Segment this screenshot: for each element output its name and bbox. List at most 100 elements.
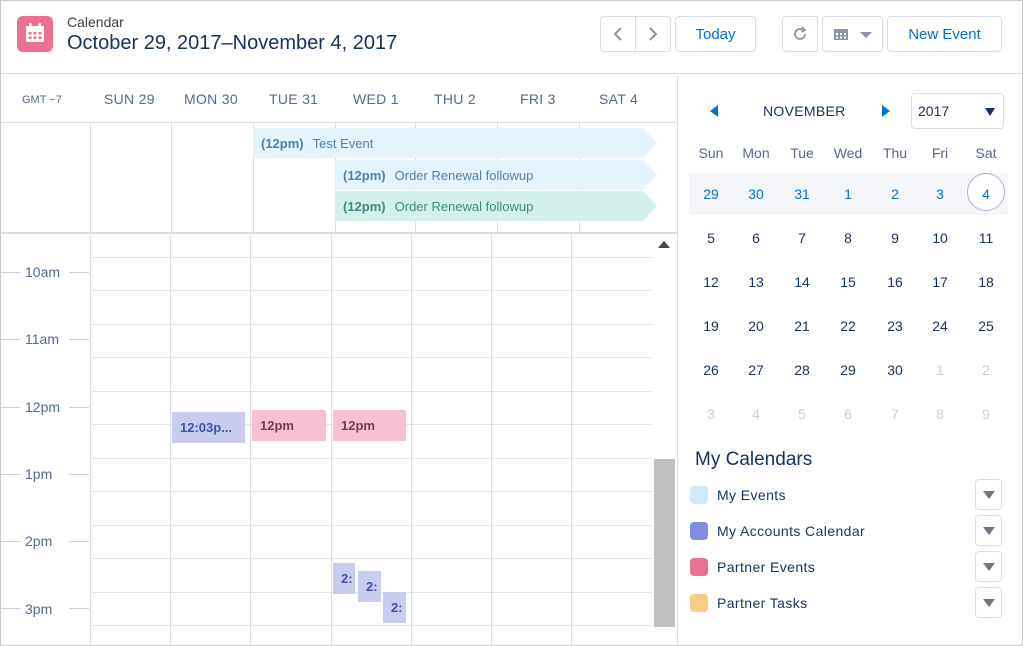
mini-calendar-day[interactable]: 5 — [691, 230, 731, 246]
mini-calendar-day[interactable]: 2 — [966, 362, 1006, 378]
day-header[interactable]: TUE 31 — [269, 91, 318, 107]
mini-calendar-panel: NOVEMBER 2017 Sun Mon Tue Wed Thu Fri Sat 29 30… — [678, 75, 1022, 645]
mini-calendar-day[interactable]: 9 — [966, 406, 1006, 422]
mini-calendar-day[interactable]: 14 — [782, 274, 822, 290]
mini-calendar-day[interactable]: 6 — [828, 406, 868, 422]
mini-calendar-day[interactable]: 23 — [875, 318, 915, 334]
mini-calendar-day[interactable]: 17 — [920, 274, 960, 290]
mini-calendar-day[interactable]: 3 — [691, 406, 731, 422]
mini-calendar-day[interactable]: 25 — [966, 318, 1006, 334]
mini-calendar-day[interactable]: 29 — [691, 186, 731, 202]
calendar-list-item[interactable]: My Events — [690, 476, 1010, 512]
mini-calendar-day[interactable]: 30 — [875, 362, 915, 378]
event-title: Order Renewal followup — [394, 198, 534, 214]
calendar-name: My Events — [717, 487, 786, 503]
previous-week-button[interactable] — [600, 16, 636, 52]
page-title: October 29, 2017–November 4, 2017 — [67, 32, 398, 54]
hour-label: 10am — [25, 264, 61, 280]
time-grid[interactable]: 10am 11am 12pm 1pm 2pm 3pm 12:03p... 12p… — [1, 235, 652, 645]
chevron-down-icon — [985, 108, 995, 116]
mini-calendar-day[interactable]: 2 — [875, 186, 915, 202]
timed-event[interactable]: 2: — [333, 563, 355, 594]
mini-calendar-day[interactable]: 30 — [736, 186, 776, 202]
calendar-name: Partner Events — [717, 559, 816, 575]
timed-event[interactable]: 12:03p... — [172, 412, 245, 443]
mini-calendar-month: NOVEMBER — [763, 103, 846, 119]
calendar-color-swatch — [690, 594, 708, 612]
calendar-menu-button[interactable] — [975, 587, 1002, 618]
timed-event[interactable]: 2: — [358, 571, 381, 602]
mini-calendar-day[interactable]: 4 — [736, 406, 776, 422]
mini-calendar-day[interactable]: 7 — [875, 406, 915, 422]
mini-calendar-day[interactable]: 6 — [736, 230, 776, 246]
mini-calendar-day[interactable]: 20 — [736, 318, 776, 334]
timed-event[interactable]: 12pm — [252, 410, 326, 441]
mini-calendar-day[interactable]: 9 — [875, 230, 915, 246]
weekday-label: Wed — [833, 145, 863, 161]
timed-event[interactable]: 12pm — [333, 410, 406, 441]
mini-calendar-day[interactable]: 1 — [828, 186, 868, 202]
today-button[interactable]: Today — [675, 16, 756, 52]
hour-label: 1pm — [25, 466, 53, 482]
day-header[interactable]: SAT 4 — [599, 91, 638, 107]
mini-calendar-day[interactable]: 31 — [782, 186, 822, 202]
mini-calendar-day[interactable]: 3 — [920, 186, 960, 202]
year-select[interactable]: 2017 — [911, 93, 1004, 129]
mini-calendar-day[interactable]: 18 — [966, 274, 1006, 290]
next-month-icon[interactable] — [882, 105, 890, 117]
all-day-event[interactable]: (12pm) Test Event — [253, 128, 657, 158]
timed-event[interactable]: 2: — [383, 592, 406, 623]
mini-calendar-day[interactable]: 15 — [828, 274, 868, 290]
mini-calendar-day[interactable]: 10 — [920, 230, 960, 246]
scroll-up-icon[interactable] — [658, 241, 670, 248]
mini-calendar-day[interactable]: 12 — [691, 274, 731, 290]
all-day-event[interactable]: (12pm) Order Renewal followup — [335, 191, 657, 221]
weekday-label: Fri — [931, 145, 949, 161]
mini-calendar-day[interactable]: 26 — [691, 362, 731, 378]
mini-calendar-day[interactable]: 13 — [736, 274, 776, 290]
calendar-app: Calendar October 29, 2017–November 4, 20… — [0, 0, 1023, 646]
calendar-list-item[interactable]: My Accounts Calendar — [690, 512, 1010, 548]
mini-calendar-day[interactable]: 24 — [920, 318, 960, 334]
next-week-button[interactable] — [635, 16, 671, 52]
calendar-menu-button[interactable] — [975, 479, 1002, 510]
calendar-icon — [17, 16, 53, 52]
mini-calendar-day[interactable]: 11 — [966, 230, 1006, 246]
mini-calendar-day[interactable]: 21 — [782, 318, 822, 334]
mini-calendar-day[interactable]: 27 — [736, 362, 776, 378]
calendar-menu-button[interactable] — [975, 515, 1002, 546]
mini-calendar-day[interactable]: 16 — [875, 274, 915, 290]
day-header[interactable]: MON 30 — [184, 91, 238, 107]
page-header: Calendar October 29, 2017–November 4, 20… — [1, 1, 1022, 74]
mini-calendar-day[interactable]: 22 — [828, 318, 868, 334]
event-title: Order Renewal followup — [394, 167, 534, 183]
new-event-button[interactable]: New Event — [887, 16, 1002, 52]
view-switcher-button[interactable] — [822, 16, 883, 52]
day-header[interactable]: WED 1 — [353, 91, 399, 107]
refresh-button[interactable] — [782, 16, 818, 52]
mini-calendar-day[interactable]: 28 — [782, 362, 822, 378]
calendar-list-item[interactable]: Partner Tasks — [690, 584, 1010, 620]
hour-label: 3pm — [25, 601, 53, 617]
mini-calendar-day[interactable]: 4 — [966, 186, 1006, 202]
scrollbar-thumb[interactable] — [654, 459, 675, 627]
calendar-menu-button[interactable] — [975, 551, 1002, 582]
weekday-label: Sun — [698, 145, 724, 161]
previous-month-icon[interactable] — [710, 105, 718, 117]
mini-calendar-day[interactable]: 19 — [691, 318, 731, 334]
mini-calendar-day[interactable]: 8 — [828, 230, 868, 246]
day-header[interactable]: THU 2 — [434, 91, 476, 107]
calendar-color-swatch — [690, 558, 708, 576]
hour-label: 11am — [25, 331, 59, 347]
mini-calendar-day[interactable]: 7 — [782, 230, 822, 246]
mini-calendar-day[interactable]: 8 — [920, 406, 960, 422]
calendar-list-item[interactable]: Partner Events — [690, 548, 1010, 584]
event-time: (12pm) — [343, 167, 386, 183]
mini-calendar-day[interactable]: 29 — [828, 362, 868, 378]
mini-calendar-day[interactable]: 5 — [782, 406, 822, 422]
day-header[interactable]: SUN 29 — [104, 91, 155, 107]
weekday-label: Thu — [882, 145, 908, 161]
all-day-event[interactable]: (12pm) Order Renewal followup — [335, 160, 657, 190]
day-header[interactable]: FRI 3 — [520, 91, 556, 107]
mini-calendar-day[interactable]: 1 — [920, 362, 960, 378]
